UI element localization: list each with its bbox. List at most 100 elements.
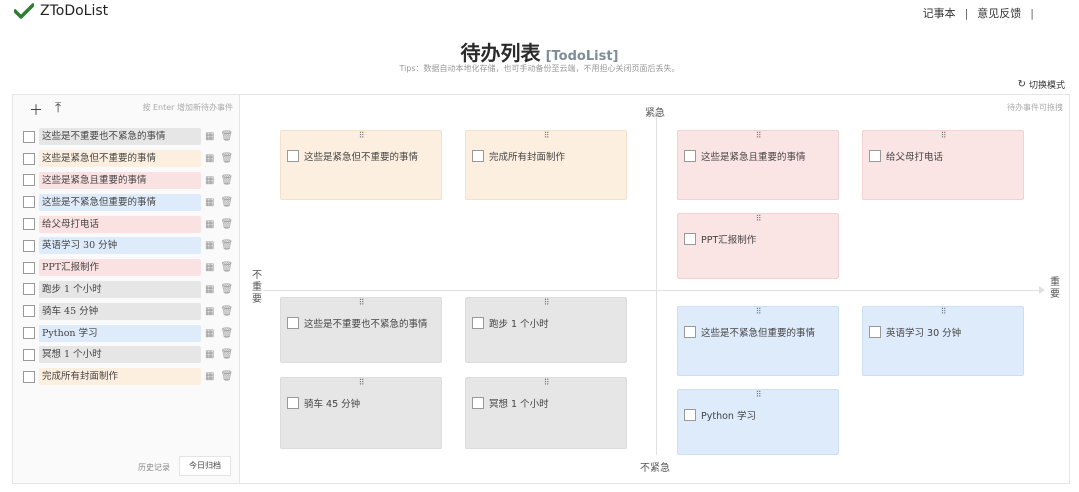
todo-checkbox[interactable] — [23, 239, 35, 252]
drag-handle-icon[interactable]: ⠿ — [281, 299, 441, 307]
archive-today-button[interactable]: 今日归档 — [179, 456, 231, 476]
todo-card[interactable]: ⠿ 冥想 1 个小时 — [465, 377, 627, 449]
todo-checkbox[interactable] — [23, 348, 35, 361]
todo-card[interactable]: ⠿ 骑车 45 分钟 — [280, 377, 442, 449]
todo-card[interactable]: ⠿ 英语学习 30 分钟 — [862, 306, 1024, 376]
calendar-icon[interactable]: ▦ — [205, 284, 214, 295]
todo-checkbox[interactable] — [287, 150, 299, 162]
plus-icon[interactable]: ＋ — [29, 100, 43, 120]
drag-handle-icon[interactable]: ⠿ — [281, 132, 441, 140]
todo-checkbox[interactable] — [869, 326, 881, 338]
calendar-icon[interactable]: ▦ — [205, 219, 214, 230]
calendar-icon[interactable]: ▦ — [205, 262, 214, 273]
calendar-icon[interactable]: ▦ — [205, 197, 214, 208]
todo-checkbox[interactable] — [684, 409, 696, 421]
app-name: ZToDoList — [40, 3, 109, 19]
trash-icon[interactable]: 🗑 — [220, 175, 233, 186]
trash-icon[interactable]: 🗑 — [220, 197, 233, 208]
calendar-icon[interactable]: ▦ — [205, 153, 214, 164]
todo-text[interactable]: 这些是紧急但不重要的事情 — [39, 150, 201, 168]
todo-checkbox[interactable] — [869, 150, 881, 162]
notebook-link[interactable]: 记事本 — [923, 5, 956, 21]
todo-text[interactable]: PPT汇报制作 — [39, 259, 201, 277]
todo-checkbox[interactable] — [23, 305, 35, 318]
upload-icon[interactable]: ⤒ — [55, 100, 61, 120]
todo-text[interactable]: 英语学习 30 分钟 — [39, 237, 201, 255]
todo-checkbox[interactable] — [684, 150, 696, 162]
app-logo[interactable]: ZToDoList — [14, 3, 108, 19]
drag-handle-icon[interactable]: ⠿ — [466, 132, 626, 140]
todo-text[interactable]: 跑步 1 个小时 — [39, 280, 201, 298]
drag-handle-icon[interactable]: ⠿ — [466, 379, 626, 387]
trash-icon[interactable]: 🗑 — [220, 153, 233, 164]
todo-text[interactable]: 冥想 1 个小时 — [39, 346, 201, 364]
todo-card-text: 冥想 1 个小时 — [489, 399, 549, 410]
drag-hint: 待办事件可拖拽 — [1007, 103, 1063, 112]
list-item: 给父母打电话 ▦ 🗑 — [23, 213, 237, 235]
todo-text[interactable]: 这些是紧急且重要的事情 — [39, 171, 201, 189]
calendar-icon[interactable]: ▦ — [205, 131, 214, 142]
calendar-icon[interactable]: ▦ — [205, 328, 214, 339]
todo-checkbox[interactable] — [23, 283, 35, 296]
todo-text[interactable]: 这些是不重要也不紧急的事情 — [39, 128, 201, 146]
calendar-icon[interactable]: ▦ — [205, 306, 214, 317]
todo-text[interactable]: 骑车 45 分钟 — [39, 302, 201, 320]
todo-checkbox[interactable] — [287, 317, 299, 329]
todo-text[interactable]: 完成所有封面制作 — [39, 368, 201, 386]
todo-card[interactable]: ⠿ 完成所有封面制作 — [465, 130, 627, 200]
switch-mode-button[interactable]: ↻ 切换模式 — [1018, 78, 1065, 91]
trash-icon[interactable]: 🗑 — [220, 219, 233, 230]
calendar-icon[interactable]: ▦ — [205, 240, 214, 251]
todo-checkbox[interactable] — [684, 233, 696, 245]
todo-card[interactable]: ⠿ 跑步 1 个小时 — [465, 297, 627, 363]
todo-card[interactable]: ⠿ PPT汇报制作 — [677, 213, 839, 279]
drag-handle-icon[interactable]: ⠿ — [678, 391, 838, 399]
todo-checkbox[interactable] — [23, 174, 35, 187]
trash-icon[interactable]: 🗑 — [220, 306, 233, 317]
drag-handle-icon[interactable]: ⠿ — [863, 132, 1023, 140]
todo-checkbox[interactable] — [23, 261, 35, 274]
trash-icon[interactable]: 🗑 — [220, 328, 233, 339]
todo-checkbox[interactable] — [23, 370, 35, 383]
drag-handle-icon[interactable]: ⠿ — [466, 299, 626, 307]
todo-checkbox[interactable] — [287, 397, 299, 409]
todo-checkbox[interactable] — [472, 150, 484, 162]
list-item: 这些是不紧急但重要的事情 ▦ 🗑 — [23, 191, 237, 213]
todo-card[interactable]: ⠿ 这些是不重要也不紧急的事情 — [280, 297, 442, 363]
drag-handle-icon[interactable]: ⠿ — [678, 132, 838, 140]
history-link[interactable]: 历史记录 — [138, 462, 170, 473]
todo-checkbox[interactable] — [472, 317, 484, 329]
trash-icon[interactable]: 🗑 — [220, 349, 233, 360]
todo-card[interactable]: ⠿ 这些是紧急但不重要的事情 — [280, 130, 442, 200]
todo-checkbox[interactable] — [23, 327, 35, 340]
todo-card[interactable]: ⠿ Python 学习 — [677, 389, 839, 455]
drag-handle-icon[interactable]: ⠿ — [863, 308, 1023, 316]
trash-icon[interactable]: 🗑 — [220, 371, 233, 382]
trash-icon[interactable]: 🗑 — [220, 131, 233, 142]
todo-checkbox[interactable] — [23, 218, 35, 231]
todo-checkbox[interactable] — [684, 326, 696, 338]
calendar-icon[interactable]: ▦ — [205, 371, 214, 382]
trash-icon[interactable]: 🗑 — [220, 240, 233, 251]
todo-card[interactable]: ⠿ 给父母打电话 — [862, 130, 1024, 200]
trash-icon[interactable]: 🗑 — [220, 262, 233, 273]
drag-handle-icon[interactable]: ⠿ — [678, 215, 838, 223]
todo-checkbox[interactable] — [23, 130, 35, 143]
sidebar-toolbar: ＋ ⤒ — [29, 100, 61, 120]
todo-text[interactable]: 这些是不紧急但重要的事情 — [39, 193, 201, 211]
todo-checkbox[interactable] — [23, 196, 35, 209]
todo-checkbox[interactable] — [472, 397, 484, 409]
drag-handle-icon[interactable]: ⠿ — [281, 379, 441, 387]
drag-handle-icon[interactable]: ⠿ — [678, 308, 838, 316]
feedback-link[interactable]: 意见反馈 — [977, 5, 1021, 21]
todo-text[interactable]: 给父母打电话 — [39, 215, 201, 233]
todo-card-text: Python 学习 — [701, 411, 756, 422]
todo-text[interactable]: Python 学习 — [39, 324, 201, 342]
calendar-icon[interactable]: ▦ — [205, 175, 214, 186]
calendar-icon[interactable]: ▦ — [205, 349, 214, 360]
list-item: Python 学习 ▦ 🗑 — [23, 322, 237, 344]
todo-card[interactable]: ⠿ 这些是不紧急但重要的事情 — [677, 306, 839, 376]
trash-icon[interactable]: 🗑 — [220, 284, 233, 295]
todo-checkbox[interactable] — [23, 152, 35, 165]
todo-card[interactable]: ⠿ 这些是紧急且重要的事情 — [677, 130, 839, 200]
